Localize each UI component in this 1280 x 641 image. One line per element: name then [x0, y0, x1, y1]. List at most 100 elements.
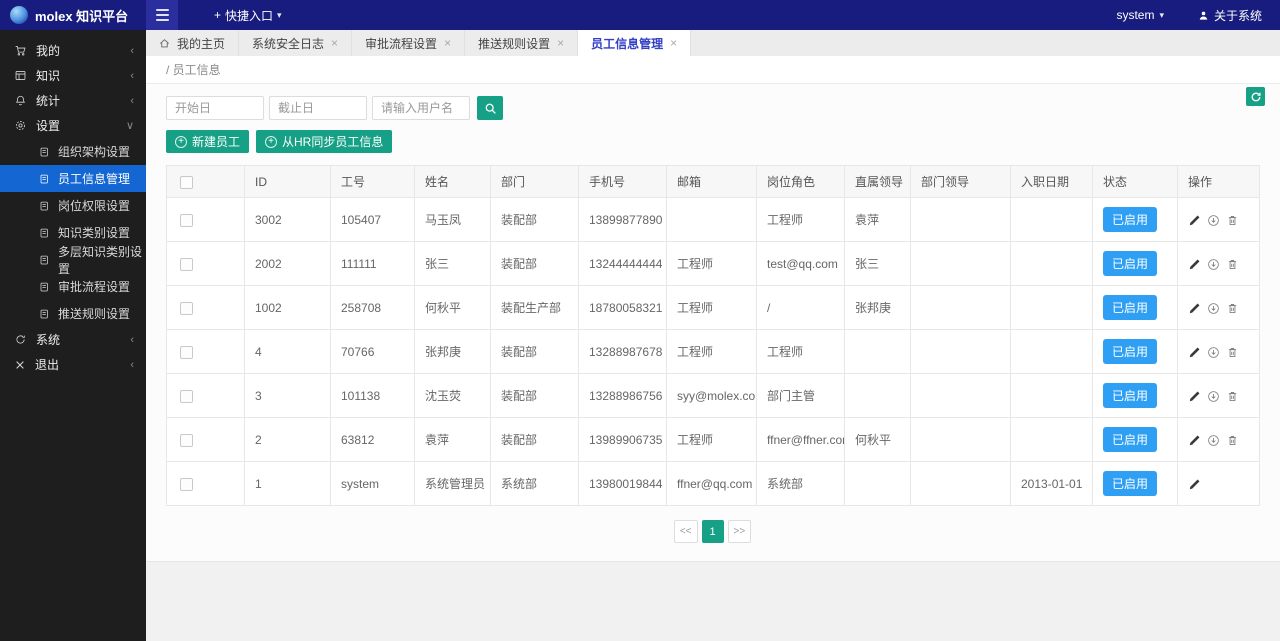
next-page-button[interactable]: >> [727, 520, 752, 543]
cell-name: 张邦庚 [414, 329, 491, 374]
close-icon [14, 359, 26, 371]
delete-icon[interactable] [1226, 346, 1239, 359]
sidebar-subitem-label: 岗位权限设置 [58, 199, 131, 213]
row-checkbox[interactable] [180, 257, 193, 271]
chevron-left-icon: ‹ [130, 94, 134, 107]
delete-icon[interactable] [1226, 258, 1239, 271]
row-checkbox[interactable] [180, 345, 193, 359]
document-icon [38, 254, 50, 266]
cell-phone: 13244444444 [578, 241, 667, 286]
sidebar-item-label: 我的 [36, 44, 61, 58]
row-checkbox[interactable] [180, 213, 193, 227]
delete-icon[interactable] [1226, 302, 1239, 315]
status-button[interactable]: 已启用 [1103, 383, 1158, 408]
edit-icon[interactable] [1188, 346, 1201, 359]
delete-icon[interactable] [1226, 434, 1239, 447]
column-header: 手机号 [578, 165, 667, 198]
document-icon [38, 281, 50, 293]
edit-icon[interactable] [1188, 258, 1201, 271]
sidebar-subitem-org-structure[interactable]: 组织架构设置 [0, 138, 146, 165]
column-header: 岗位角色 [756, 165, 845, 198]
tab-system-security-log[interactable]: 系统安全日志 × [239, 30, 353, 56]
user-menu[interactable]: system ▾ [1116, 8, 1164, 22]
tab-approval-process[interactable]: 审批流程设置 × [352, 30, 466, 56]
sidebar-subitem-employee-info[interactable]: 员工信息管理 [0, 165, 146, 192]
status-cell: 已启用 [1092, 461, 1178, 506]
about-system-link[interactable]: 关于系统 [1198, 7, 1262, 24]
status-button[interactable]: 已启用 [1103, 295, 1158, 320]
refresh-button[interactable] [1246, 87, 1265, 106]
username-input[interactable] [372, 96, 470, 120]
toggle-status-icon[interactable] [1207, 390, 1220, 403]
close-icon[interactable]: × [557, 36, 564, 50]
sidebar-item-knowledge[interactable]: 知识 ‹ [0, 63, 146, 88]
delete-icon[interactable] [1226, 390, 1239, 403]
operations-cell [1177, 285, 1260, 330]
close-icon[interactable]: × [670, 36, 677, 50]
tab-push-rules[interactable]: 推送规则设置 × [465, 30, 579, 56]
close-icon[interactable]: × [444, 36, 451, 50]
sidebar-item-my[interactable]: 我的 ‹ [0, 38, 146, 63]
toggle-status-icon[interactable] [1207, 434, 1220, 447]
start-date-input[interactable] [166, 96, 264, 120]
sidebar-item-logout[interactable]: 退出 ‹ [0, 352, 146, 377]
sidebar-subitem-approval-process[interactable]: 审批流程设置 [0, 273, 146, 300]
prev-page-button[interactable]: << [673, 520, 698, 543]
sidebar-item-stats[interactable]: 统计 ‹ [0, 88, 146, 113]
row-select-cell [166, 373, 245, 418]
column-header: 入职日期 [1010, 165, 1093, 198]
operations-cell [1177, 329, 1260, 374]
sync-hr-button[interactable]: + 从HR同步员工信息 [256, 130, 393, 153]
row-checkbox[interactable] [180, 477, 193, 491]
search-button[interactable] [477, 96, 503, 120]
sidebar-subitem-multi-knowledge-category[interactable]: 多层知识类别设置 [0, 245, 146, 276]
status-button[interactable]: 已启用 [1103, 471, 1158, 496]
cell-id: 1002 [244, 285, 331, 330]
quick-entry-menu[interactable]: + 快捷入口 ▾ [214, 7, 282, 24]
sidebar-subitem-push-rules[interactable]: 推送规则设置 [0, 300, 146, 327]
plus-icon: + [214, 8, 222, 22]
edit-icon[interactable] [1188, 302, 1201, 315]
cell-hire-date [1010, 417, 1093, 462]
row-checkbox[interactable] [180, 301, 193, 315]
sidebar-subitem-position-permission[interactable]: 岗位权限设置 [0, 192, 146, 219]
tab-employee-info[interactable]: 员工信息管理 × [578, 30, 692, 56]
plus-circle-icon: + [175, 135, 187, 148]
edit-icon[interactable] [1188, 214, 1201, 227]
toggle-status-icon[interactable] [1207, 214, 1220, 227]
select-all-checkbox[interactable] [180, 175, 193, 189]
status-button[interactable]: 已启用 [1103, 339, 1158, 364]
status-cell: 已启用 [1092, 197, 1178, 242]
new-employee-button[interactable]: + 新建员工 [166, 130, 250, 153]
edit-icon[interactable] [1188, 478, 1201, 491]
table-row: 3 101138 沈玉荧 装配部 13288986756 syy@molex.com 部门主… [166, 373, 1260, 418]
status-button[interactable]: 已启用 [1103, 427, 1158, 452]
toggle-status-icon[interactable] [1207, 258, 1220, 271]
row-checkbox[interactable] [180, 433, 193, 447]
cell-email [666, 197, 757, 242]
table-row: 1 system 系统管理员 系统部 13980019844 ffner@qq.com 系统… [166, 461, 1260, 506]
row-checkbox[interactable] [180, 389, 193, 403]
close-icon[interactable]: × [331, 36, 338, 50]
status-button[interactable]: 已启用 [1103, 207, 1158, 232]
cell-role: / [756, 285, 845, 330]
toggle-status-icon[interactable] [1207, 302, 1220, 315]
menu-toggle-button[interactable] [146, 0, 178, 30]
sidebar-item-system[interactable]: 系统 ‹ [0, 327, 146, 352]
sidebar-subitem-label: 推送规则设置 [58, 307, 131, 321]
cell-role: test@qq.com [756, 241, 845, 286]
caret-down-icon: ▾ [277, 9, 282, 20]
column-header: 邮箱 [666, 165, 757, 198]
status-button[interactable]: 已启用 [1103, 251, 1158, 276]
body: 我的 ‹ 知识 ‹ 统计 ‹ 设置 ∨ 组织架构设置 员工信息管理 岗位权限设置… [0, 30, 1280, 641]
delete-icon[interactable] [1226, 214, 1239, 227]
document-icon [38, 173, 50, 185]
sidebar-item-settings[interactable]: 设置 ∨ [0, 113, 146, 138]
edit-icon[interactable] [1188, 390, 1201, 403]
cell-id: 3 [244, 373, 331, 418]
toggle-status-icon[interactable] [1207, 346, 1220, 359]
page-1-button[interactable]: 1 [701, 520, 724, 543]
end-date-input[interactable] [269, 96, 367, 120]
tab-my-home[interactable]: 我的主页 [146, 30, 240, 56]
edit-icon[interactable] [1188, 434, 1201, 447]
